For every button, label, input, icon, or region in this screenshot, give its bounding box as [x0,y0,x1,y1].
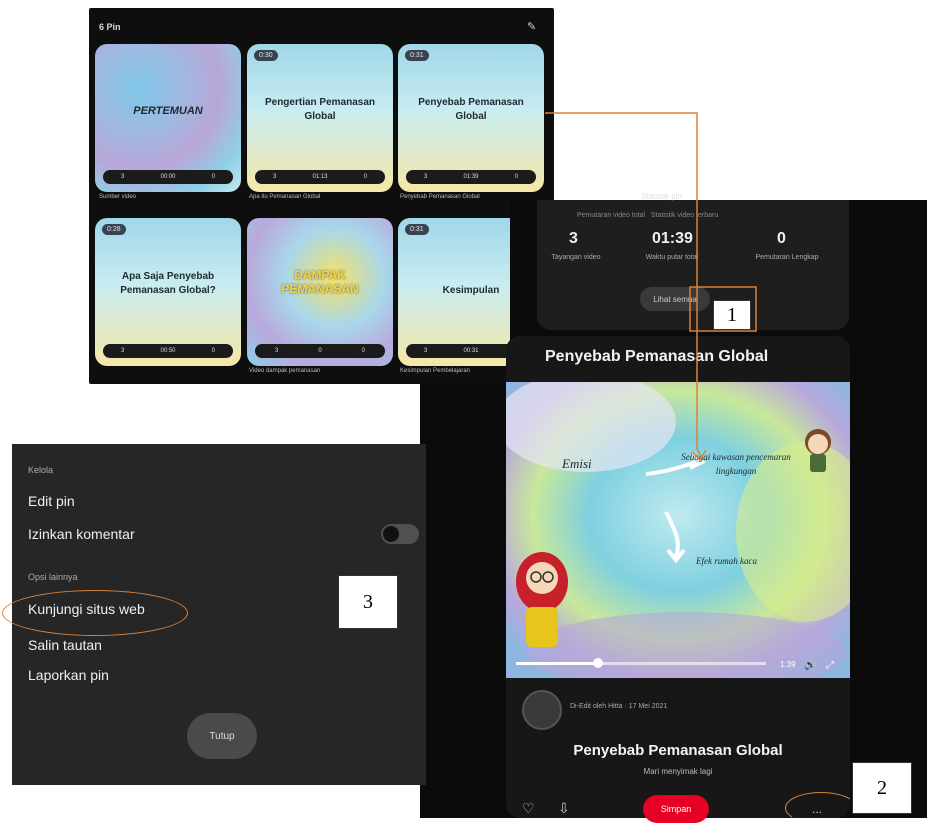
annotation-lines [545,112,757,462]
highlight-ellipse [2,590,188,636]
step-label-2: 2 [852,762,912,814]
highlight-ellipse [785,792,857,824]
step-label-3: 3 [338,575,398,629]
step-label-1: 1 [713,300,751,330]
